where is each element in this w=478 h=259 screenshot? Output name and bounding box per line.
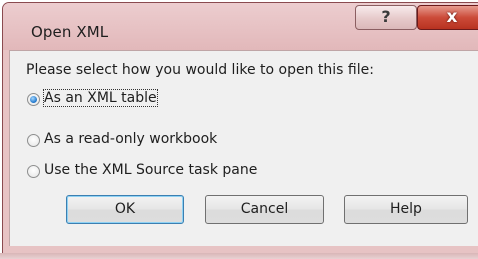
dialog-title: Open XML	[31, 23, 109, 41]
radio-label-xml-source-pane[interactable]: Use the XML Source task pane	[44, 162, 257, 178]
help-button[interactable]: Help	[344, 195, 468, 224]
radio-button[interactable]	[27, 165, 40, 178]
help-button-titlebar[interactable]: ?	[355, 5, 417, 30]
radio-button-checked[interactable]	[27, 93, 40, 106]
title-bar[interactable]: Open XML ? x	[3, 3, 478, 50]
radio-label-read-only-workbook[interactable]: As a read-only workbook	[44, 131, 217, 147]
close-button[interactable]: x	[417, 5, 478, 30]
window-bottom-edge	[0, 253, 478, 259]
radio-button[interactable]	[27, 134, 40, 147]
cancel-button[interactable]: Cancel	[205, 195, 324, 224]
ok-button[interactable]: OK	[66, 195, 184, 224]
radio-label-xml-table[interactable]: As an XML table	[43, 89, 158, 107]
question-mark-icon: ?	[381, 7, 391, 26]
prompt-text: Please select how you would like to open…	[26, 62, 374, 78]
close-icon: x	[446, 7, 458, 27]
